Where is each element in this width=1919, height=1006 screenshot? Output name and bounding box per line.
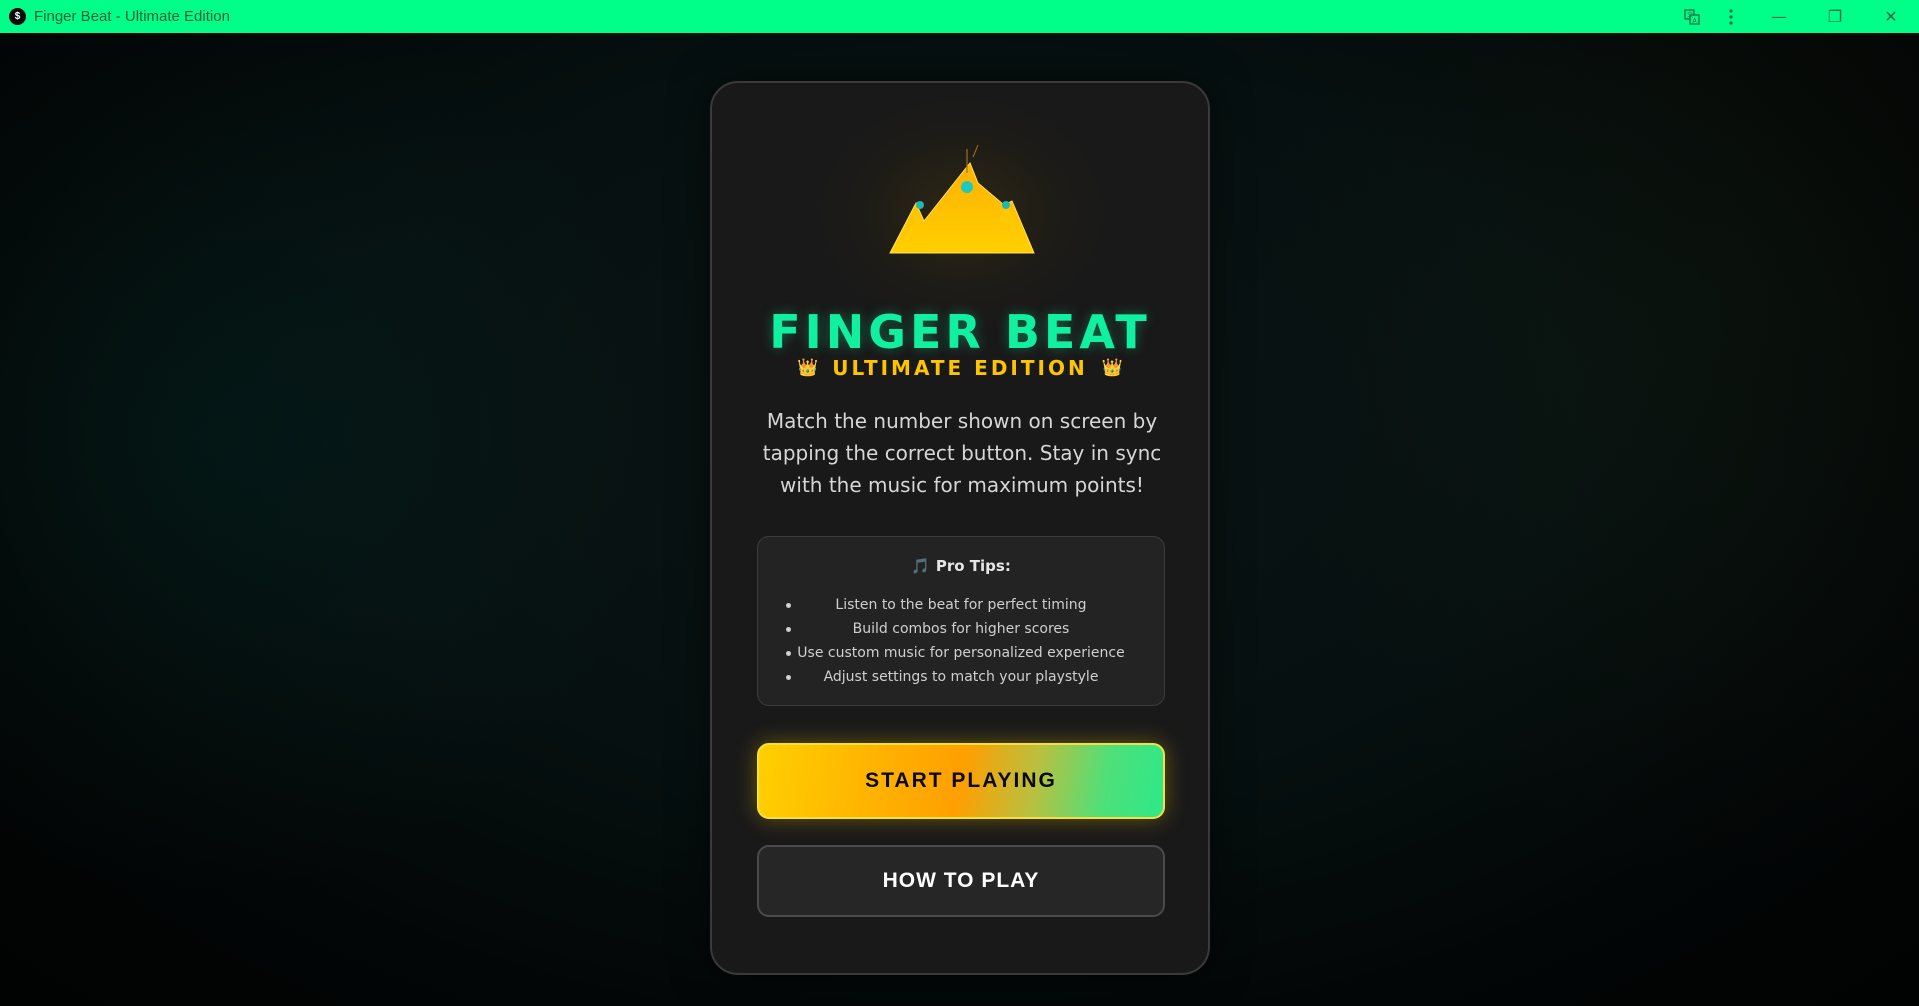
translate-icon[interactable]: 文 A	[1673, 0, 1711, 33]
pro-tips-heading: 🎵 Pro Tips:	[758, 557, 1164, 575]
game-title: FINGER BEAT	[769, 305, 1151, 359]
app-icon: $	[9, 8, 26, 25]
crown-emoji-icon: 👑	[797, 358, 819, 378]
music-note-icon: 🎵	[911, 557, 930, 575]
window-title: Finger Beat - Ultimate Edition	[34, 8, 230, 25]
restore-button[interactable]: ❐	[1807, 0, 1863, 33]
start-screen-card: FINGER BEAT 👑 ULTIMATE EDITION 👑 Match t…	[710, 81, 1210, 975]
pro-tips-label: Pro Tips:	[935, 557, 1011, 575]
list-item: Listen to the beat for perfect timing	[758, 593, 1164, 617]
list-item: Build combos for higher scores	[758, 617, 1164, 641]
list-item: Adjust settings to match your playstyle	[758, 665, 1164, 689]
crown-emoji-icon: 👑	[1101, 358, 1123, 378]
game-description: Match the number shown on screen by tapp…	[762, 409, 1162, 497]
edition-label: ULTIMATE EDITION	[832, 356, 1088, 380]
close-button[interactable]: ✕	[1863, 0, 1919, 33]
crown-icon	[889, 144, 1035, 254]
window-controls: 文 A — ❐ ✕	[1673, 0, 1919, 33]
how-to-play-button[interactable]: HOW TO PLAY	[757, 845, 1165, 917]
window-titlebar: $ Finger Beat - Ultimate Edition 文 A — ❐…	[0, 0, 1919, 33]
list-item: Use custom music for personalized experi…	[758, 641, 1164, 665]
start-playing-button[interactable]: START PLAYING	[757, 743, 1165, 819]
game-stage: FINGER BEAT 👑 ULTIMATE EDITION 👑 Match t…	[0, 33, 1919, 1006]
tips-list: Listen to the beat for perfect timing Bu…	[758, 593, 1164, 689]
pro-tips-panel: 🎵 Pro Tips: Listen to the beat for perfec…	[757, 536, 1165, 706]
more-vertical-icon[interactable]	[1711, 0, 1751, 33]
minimize-button[interactable]: —	[1751, 0, 1807, 33]
edition-line: 👑 ULTIMATE EDITION 👑	[712, 356, 1208, 380]
